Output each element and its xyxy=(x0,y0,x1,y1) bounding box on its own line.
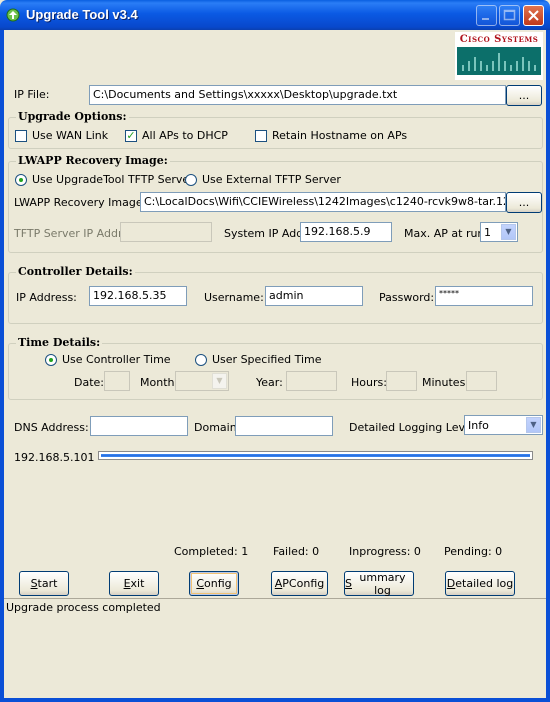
app-icon xyxy=(6,8,20,22)
logging-level-value: Info xyxy=(468,419,489,432)
status-text: Upgrade process completed xyxy=(6,601,161,614)
minimize-icon xyxy=(482,18,489,20)
apconfig-button-accel: A xyxy=(274,577,283,590)
window-frame-bottom xyxy=(0,698,550,702)
domain-input[interactable] xyxy=(235,416,333,436)
minimize-button[interactable] xyxy=(476,5,497,26)
year-input[interactable] xyxy=(286,371,337,391)
lwapp-image-browse-button[interactable]: ... xyxy=(506,192,542,213)
maximize-icon xyxy=(503,9,516,21)
config-button-label: onfig xyxy=(204,577,232,590)
detailed-log-button-accel: D xyxy=(446,577,456,590)
cisco-logo: Cisco Systems xyxy=(455,32,543,80)
start-button-accel: S xyxy=(30,577,38,590)
progress-bar xyxy=(98,451,533,460)
exit-button-label: xit xyxy=(130,577,145,590)
user-specified-time-radio[interactable] xyxy=(195,354,207,366)
pending-count: Pending: 0 xyxy=(444,545,503,558)
max-ap-value: 1 xyxy=(484,226,491,239)
system-ip-label: System IP Addr: xyxy=(224,227,312,240)
use-controller-time-radio[interactable] xyxy=(45,354,57,366)
use-wan-link-label[interactable]: Use WAN Link xyxy=(32,129,108,142)
ip-file-input[interactable]: C:\Documents and Settings\xxxxx\Desktop\… xyxy=(89,85,506,105)
progress-ip-label: 192.168.5.101 xyxy=(14,451,95,464)
hours-label: Hours: xyxy=(351,376,387,389)
retain-hostname-checkbox[interactable] xyxy=(255,130,267,142)
year-label: Year: xyxy=(256,376,283,389)
detailed-log-button[interactable]: Detailed log xyxy=(445,571,515,596)
start-button-label: tart xyxy=(37,577,58,590)
summary-log-button[interactable]: Summary log xyxy=(344,570,414,597)
use-upgradetool-tftp-radio[interactable] xyxy=(15,174,27,186)
system-ip-input[interactable]: 192.168.5.9 xyxy=(300,222,392,242)
user-specified-time-label[interactable]: User Specified Time xyxy=(212,353,322,366)
password-label: Password: xyxy=(379,291,435,304)
username-label: Username: xyxy=(204,291,264,304)
summary-log-button-label: ummary log xyxy=(359,570,406,597)
use-controller-time-label[interactable]: Use Controller Time xyxy=(62,353,171,366)
chevron-down-icon[interactable]: ▼ xyxy=(212,373,227,389)
close-button[interactable] xyxy=(523,5,544,26)
date-label: Date: xyxy=(74,376,104,389)
inprogress-count: Inprogress: 0 xyxy=(349,545,421,558)
chevron-down-icon[interactable]: ▼ xyxy=(501,224,516,240)
password-input[interactable]: ***** xyxy=(435,286,533,306)
month-label: Month: xyxy=(140,376,179,389)
domain-label: Domain: xyxy=(194,421,241,434)
retain-hostname-label[interactable]: Retain Hostname on APs xyxy=(272,129,407,142)
date-input[interactable] xyxy=(104,371,130,391)
controller-legend: Controller Details: xyxy=(16,265,135,278)
config-button-accel: C xyxy=(196,577,205,590)
dns-address-label: DNS Address: xyxy=(14,421,89,434)
minutes-input[interactable] xyxy=(466,371,497,391)
lwapp-legend: LWAPP Recovery Image: xyxy=(16,154,170,167)
logging-level-select[interactable]: Info ▼ xyxy=(464,415,543,435)
controller-ip-label: IP Address: xyxy=(16,291,77,304)
window-title: Upgrade Tool v3.4 xyxy=(26,7,138,22)
chevron-down-icon[interactable]: ▼ xyxy=(526,417,541,433)
failed-count: Failed: 0 xyxy=(273,545,320,558)
time-legend: Time Details: xyxy=(16,336,103,349)
ip-file-label: IP File: xyxy=(14,88,50,101)
dns-address-input[interactable] xyxy=(90,416,188,436)
close-icon xyxy=(528,10,539,21)
apconfig-button-label: PConfig xyxy=(282,577,325,590)
maximize-button[interactable] xyxy=(499,5,520,26)
use-wan-link-checkbox[interactable] xyxy=(15,130,27,142)
exit-button-accel: E xyxy=(123,577,131,590)
progress-fill xyxy=(101,454,530,457)
detailed-log-button-label: etailed log xyxy=(455,577,514,590)
lwapp-image-input[interactable]: C:\LocalDocs\Wifi\CCIEWireless\1242Image… xyxy=(140,192,506,212)
tftp-server-ip-label: TFTP Server IP Addr: xyxy=(14,227,126,240)
hours-input[interactable] xyxy=(386,371,417,391)
config-button[interactable]: Config xyxy=(189,571,239,596)
start-button[interactable]: Start xyxy=(19,571,69,596)
upgrade-options-legend: Upgrade Options: xyxy=(16,110,129,123)
all-aps-dhcp-checkbox[interactable]: ✓ xyxy=(125,130,137,142)
tftp-server-ip-input[interactable] xyxy=(120,222,212,242)
summary-log-button-accel: S xyxy=(345,577,352,590)
username-input[interactable]: admin xyxy=(265,286,363,306)
max-ap-select[interactable]: 1 ▼ xyxy=(480,222,518,242)
use-external-tftp-label[interactable]: Use External TFTP Server xyxy=(202,173,341,186)
use-external-tftp-radio[interactable] xyxy=(185,174,197,186)
status-bar: Upgrade process completed xyxy=(4,598,546,617)
time-group xyxy=(8,343,543,400)
logging-level-label: Detailed Logging Level: xyxy=(349,421,479,434)
apconfig-button[interactable]: A PConfig xyxy=(271,571,328,596)
all-aps-dhcp-label[interactable]: All APs to DHCP xyxy=(142,129,228,142)
lwapp-image-label: LWAPP Recovery Image: xyxy=(14,196,147,209)
ip-file-browse-button[interactable]: ... xyxy=(506,85,542,106)
month-select[interactable]: ▼ xyxy=(175,371,229,391)
exit-button[interactable]: Exit xyxy=(109,571,159,596)
completed-count: Completed: 1 xyxy=(174,545,249,558)
minutes-label: Minutes: xyxy=(422,376,470,389)
window-frame-right xyxy=(546,30,550,702)
controller-ip-input[interactable]: 192.168.5.35 xyxy=(89,286,187,306)
use-upgradetool-tftp-label[interactable]: Use UpgradeTool TFTP Server xyxy=(32,173,194,186)
max-ap-label: Max. AP at run: xyxy=(404,227,489,240)
cisco-bridge-icon xyxy=(457,47,541,75)
